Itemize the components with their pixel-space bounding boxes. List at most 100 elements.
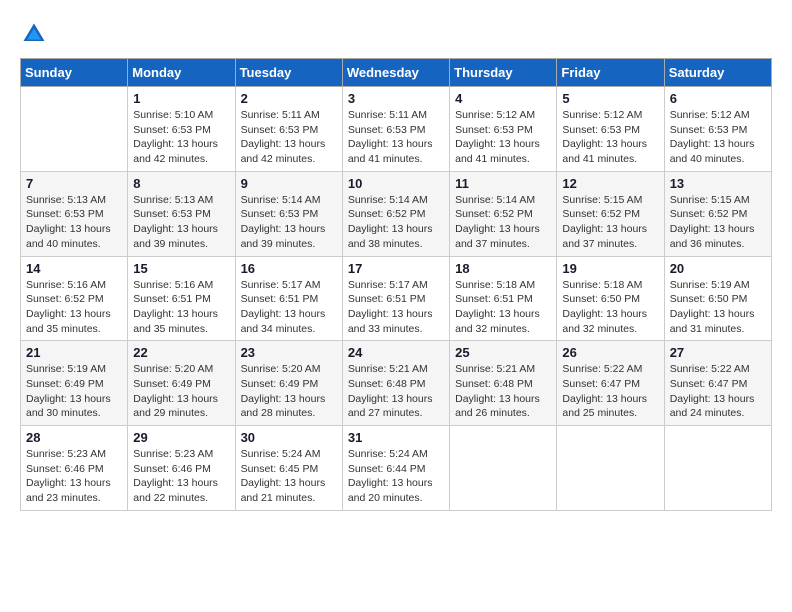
day-info: Sunrise: 5:17 AMSunset: 6:51 PMDaylight:… (348, 278, 444, 337)
calendar-cell (21, 87, 128, 172)
logo-icon (20, 20, 48, 48)
day-info: Sunrise: 5:20 AMSunset: 6:49 PMDaylight:… (133, 362, 229, 421)
day-number: 18 (455, 261, 551, 276)
calendar-cell: 26 Sunrise: 5:22 AMSunset: 6:47 PMDayligh… (557, 341, 664, 426)
calendar-cell: 15 Sunrise: 5:16 AMSunset: 6:51 PMDayligh… (128, 256, 235, 341)
calendar-cell: 25Sunrise: 5:21 AMSunset: 6:48 PMDayligh… (450, 341, 557, 426)
day-info: Sunrise: 5:14 AMSunset: 6:53 PMDaylight:… (241, 193, 337, 252)
calendar-week-2: 7 Sunrise: 5:13 AMSunset: 6:53 PMDaylight… (21, 171, 772, 256)
page-header (20, 20, 772, 48)
day-info: Sunrise: 5:14 AMSunset: 6:52 PMDaylight:… (348, 193, 444, 252)
day-info: Sunrise: 5:22 AMSunset: 6:47 PMDaylight:… (670, 362, 766, 421)
day-number: 27 (670, 345, 766, 360)
calendar-header-wednesday: Wednesday (342, 59, 449, 87)
calendar-cell: 9Sunrise: 5:14 AMSunset: 6:53 PMDaylight… (235, 171, 342, 256)
day-number: 23 (241, 345, 337, 360)
day-number: 26 (562, 345, 658, 360)
day-number: 4 (455, 91, 551, 106)
calendar-cell: 11 Sunrise: 5:14 AMSunset: 6:52 PMDayligh… (450, 171, 557, 256)
calendar-cell: 6 Sunrise: 5:12 AMSunset: 6:53 PMDaylight… (664, 87, 771, 172)
calendar-cell: 20 Sunrise: 5:19 AMSunset: 6:50 PMDayligh… (664, 256, 771, 341)
day-info: Sunrise: 5:14 AMSunset: 6:52 PMDaylight:… (455, 193, 551, 252)
calendar-body: 1 Sunrise: 5:10 AMSunset: 6:53 PMDaylight… (21, 87, 772, 511)
calendar-cell: 13 Sunrise: 5:15 AMSunset: 6:52 PMDayligh… (664, 171, 771, 256)
day-number: 15 (133, 261, 229, 276)
day-info: Sunrise: 5:22 AMSunset: 6:47 PMDaylight:… (562, 362, 658, 421)
calendar-cell: 24Sunrise: 5:21 AMSunset: 6:48 PMDayligh… (342, 341, 449, 426)
day-number: 3 (348, 91, 444, 106)
day-number: 31 (348, 430, 444, 445)
calendar-cell (664, 426, 771, 511)
day-info: Sunrise: 5:11 AMSunset: 6:53 PMDaylight:… (348, 108, 444, 167)
day-number: 20 (670, 261, 766, 276)
calendar-cell: 28 Sunrise: 5:23 AMSunset: 6:46 PMDayligh… (21, 426, 128, 511)
calendar-cell: 10 Sunrise: 5:14 AMSunset: 6:52 PMDayligh… (342, 171, 449, 256)
calendar-cell: 22 Sunrise: 5:20 AMSunset: 6:49 PMDayligh… (128, 341, 235, 426)
day-number: 16 (241, 261, 337, 276)
calendar-week-4: 21 Sunrise: 5:19 AMSunset: 6:49 PMDayligh… (21, 341, 772, 426)
calendar-cell: 4 Sunrise: 5:12 AMSunset: 6:53 PMDaylight… (450, 87, 557, 172)
calendar-header-saturday: Saturday (664, 59, 771, 87)
day-number: 19 (562, 261, 658, 276)
day-info: Sunrise: 5:19 AMSunset: 6:49 PMDaylight:… (26, 362, 122, 421)
day-info: Sunrise: 5:12 AMSunset: 6:53 PMDaylight:… (455, 108, 551, 167)
day-info: Sunrise: 5:18 AMSunset: 6:51 PMDaylight:… (455, 278, 551, 337)
day-info: Sunrise: 5:15 AMSunset: 6:52 PMDaylight:… (670, 193, 766, 252)
day-number: 12 (562, 176, 658, 191)
calendar-cell: 2 Sunrise: 5:11 AMSunset: 6:53 PMDaylight… (235, 87, 342, 172)
calendar-week-5: 28 Sunrise: 5:23 AMSunset: 6:46 PMDayligh… (21, 426, 772, 511)
day-number: 11 (455, 176, 551, 191)
day-info: Sunrise: 5:23 AMSunset: 6:46 PMDaylight:… (133, 447, 229, 506)
calendar-cell: 7 Sunrise: 5:13 AMSunset: 6:53 PMDaylight… (21, 171, 128, 256)
day-number: 13 (670, 176, 766, 191)
day-number: 22 (133, 345, 229, 360)
day-info: Sunrise: 5:12 AMSunset: 6:53 PMDaylight:… (670, 108, 766, 167)
day-info: Sunrise: 5:19 AMSunset: 6:50 PMDaylight:… (670, 278, 766, 337)
day-info: Sunrise: 5:20 AMSunset: 6:49 PMDaylight:… (241, 362, 337, 421)
day-number: 2 (241, 91, 337, 106)
day-info: Sunrise: 5:24 AMSunset: 6:45 PMDaylight:… (241, 447, 337, 506)
calendar-week-1: 1 Sunrise: 5:10 AMSunset: 6:53 PMDaylight… (21, 87, 772, 172)
calendar-cell: 5 Sunrise: 5:12 AMSunset: 6:53 PMDaylight… (557, 87, 664, 172)
calendar-cell: 19 Sunrise: 5:18 AMSunset: 6:50 PMDayligh… (557, 256, 664, 341)
calendar-cell: 31 Sunrise: 5:24 AMSunset: 6:44 PMDayligh… (342, 426, 449, 511)
day-number: 28 (26, 430, 122, 445)
calendar-cell: 12Sunrise: 5:15 AMSunset: 6:52 PMDayligh… (557, 171, 664, 256)
day-info: Sunrise: 5:24 AMSunset: 6:44 PMDaylight:… (348, 447, 444, 506)
day-number: 30 (241, 430, 337, 445)
calendar-week-3: 14Sunrise: 5:16 AMSunset: 6:52 PMDayligh… (21, 256, 772, 341)
day-number: 21 (26, 345, 122, 360)
calendar-cell: 1 Sunrise: 5:10 AMSunset: 6:53 PMDaylight… (128, 87, 235, 172)
calendar: SundayMondayTuesdayWednesdayThursdayFrid… (20, 58, 772, 511)
calendar-cell: 8Sunrise: 5:13 AMSunset: 6:53 PMDaylight… (128, 171, 235, 256)
day-info: Sunrise: 5:13 AMSunset: 6:53 PMDaylight:… (26, 193, 122, 252)
calendar-cell: 3 Sunrise: 5:11 AMSunset: 6:53 PMDaylight… (342, 87, 449, 172)
day-info: Sunrise: 5:13 AMSunset: 6:53 PMDaylight:… (133, 193, 229, 252)
day-info: Sunrise: 5:16 AMSunset: 6:52 PMDaylight:… (26, 278, 122, 337)
day-info: Sunrise: 5:16 AMSunset: 6:51 PMDaylight:… (133, 278, 229, 337)
calendar-header-tuesday: Tuesday (235, 59, 342, 87)
calendar-cell: 29 Sunrise: 5:23 AMSunset: 6:46 PMDayligh… (128, 426, 235, 511)
day-number: 7 (26, 176, 122, 191)
calendar-header-monday: Monday (128, 59, 235, 87)
calendar-cell: 18 Sunrise: 5:18 AMSunset: 6:51 PMDayligh… (450, 256, 557, 341)
calendar-cell: 30 Sunrise: 5:24 AMSunset: 6:45 PMDayligh… (235, 426, 342, 511)
day-info: Sunrise: 5:23 AMSunset: 6:46 PMDaylight:… (26, 447, 122, 506)
day-info: Sunrise: 5:10 AMSunset: 6:53 PMDaylight:… (133, 108, 229, 167)
logo (20, 20, 52, 48)
day-info: Sunrise: 5:17 AMSunset: 6:51 PMDaylight:… (241, 278, 337, 337)
day-info: Sunrise: 5:18 AMSunset: 6:50 PMDaylight:… (562, 278, 658, 337)
day-number: 5 (562, 91, 658, 106)
calendar-cell: 21 Sunrise: 5:19 AMSunset: 6:49 PMDayligh… (21, 341, 128, 426)
day-number: 6 (670, 91, 766, 106)
day-number: 10 (348, 176, 444, 191)
calendar-cell (557, 426, 664, 511)
calendar-header-friday: Friday (557, 59, 664, 87)
day-info: Sunrise: 5:12 AMSunset: 6:53 PMDaylight:… (562, 108, 658, 167)
calendar-header-row: SundayMondayTuesdayWednesdayThursdayFrid… (21, 59, 772, 87)
calendar-cell (450, 426, 557, 511)
day-number: 1 (133, 91, 229, 106)
day-number: 29 (133, 430, 229, 445)
calendar-cell: 17Sunrise: 5:17 AMSunset: 6:51 PMDayligh… (342, 256, 449, 341)
day-info: Sunrise: 5:11 AMSunset: 6:53 PMDaylight:… (241, 108, 337, 167)
